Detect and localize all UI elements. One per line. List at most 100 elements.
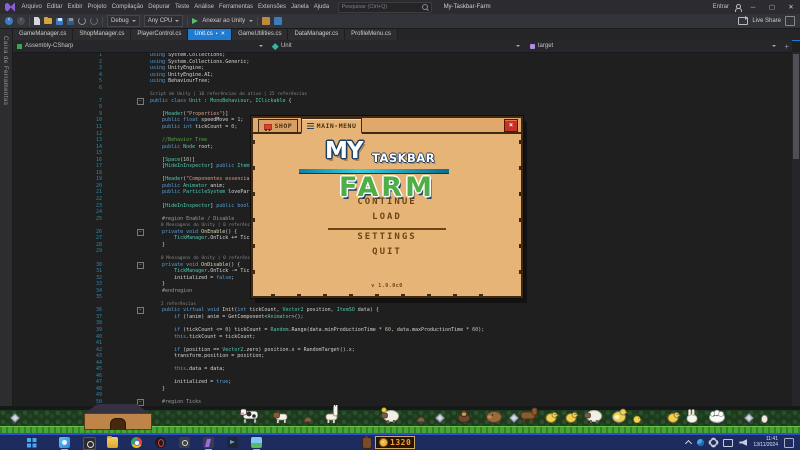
- save-all-icon[interactable]: [67, 18, 74, 25]
- window-title: My-Taskbar-Farm: [444, 4, 491, 10]
- configuration-dropdown[interactable]: Debug: [107, 15, 140, 27]
- game-menu-load[interactable]: LOAD: [253, 212, 521, 227]
- split-editor-icon[interactable]: +: [781, 42, 792, 51]
- tray-chevron-up-icon[interactable]: [685, 440, 692, 447]
- save-icon[interactable]: [56, 18, 63, 25]
- sheepegg-sprite[interactable]: [381, 407, 399, 428]
- taskbar-icon-vs[interactable]: [203, 436, 214, 449]
- game-close-button[interactable]: ×: [504, 119, 518, 132]
- account-icon[interactable]: [734, 4, 741, 11]
- class-dropdown[interactable]: Unit: [268, 43, 524, 49]
- close-button[interactable]: ✕: [784, 3, 798, 11]
- project-dropdown[interactable]: Assembly-CSharp: [12, 43, 268, 49]
- editor-tab-gameutilities.cs[interactable]: GameUtilities.cs: [232, 28, 288, 40]
- open-folder-icon[interactable]: [44, 18, 52, 24]
- live-share-button[interactable]: Live Share: [752, 18, 781, 24]
- menu-exibir[interactable]: Exibir: [65, 4, 85, 10]
- sign-in-button[interactable]: Entrar: [713, 4, 729, 10]
- feedback-icon[interactable]: [785, 16, 795, 26]
- menu-arquivo[interactable]: Arquivo: [19, 4, 44, 10]
- menu-ferramentas[interactable]: Ferramentas: [216, 4, 255, 10]
- coin-widget[interactable]: 1320: [362, 436, 415, 449]
- play-icon[interactable]: [192, 18, 198, 24]
- chicken-sprite[interactable]: [565, 410, 579, 428]
- chevron-down-icon[interactable]: [249, 20, 253, 22]
- game-menu-continue[interactable]: CONTINUE: [253, 197, 521, 212]
- chicken-sprite[interactable]: [545, 410, 559, 428]
- close-tab-icon[interactable]: ✕: [221, 31, 226, 37]
- menu-editar[interactable]: Editar: [44, 4, 65, 10]
- dog-sprite[interactable]: [273, 410, 289, 428]
- editor-tab-datamanager.cs[interactable]: DataManager.cs: [288, 28, 345, 40]
- taskbar-icon-chrome[interactable]: [131, 436, 142, 449]
- properties-icon[interactable]: [274, 17, 282, 25]
- menu-depurar[interactable]: Depurar: [146, 4, 173, 10]
- menu-extensões[interactable]: Extensões: [255, 4, 288, 10]
- navigate-back-icon[interactable]: ‹: [5, 17, 13, 25]
- menu-análise[interactable]: Análise: [192, 4, 217, 10]
- taskbar-icon-taskview[interactable]: [83, 436, 94, 449]
- toolbox-side-tab[interactable]: Caixa de Ferramentas: [0, 28, 13, 407]
- chicken-sprite[interactable]: [667, 410, 681, 428]
- taskbar-clock[interactable]: 11:41 13/11/2024: [753, 437, 778, 448]
- editor-tab-profilemenu.cs[interactable]: ProfileMenu.cs: [345, 28, 398, 40]
- rock-sprite[interactable]: [303, 410, 313, 428]
- member-dropdown[interactable]: target: [525, 43, 781, 49]
- undo-icon[interactable]: [78, 17, 86, 25]
- editor-scrollbar[interactable]: [792, 52, 800, 406]
- rabbit-sprite[interactable]: [686, 409, 698, 428]
- search-input[interactable]: Pesquisar (Ctrl+Q): [338, 2, 432, 13]
- menu-teste[interactable]: Teste: [172, 4, 191, 10]
- menu-compilação[interactable]: Compilação: [109, 4, 146, 10]
- duck-sprite[interactable]: [611, 408, 628, 428]
- gem-sprite[interactable]: [509, 410, 519, 428]
- share-icon[interactable]: [738, 17, 748, 25]
- gem-sprite[interactable]: [10, 410, 20, 428]
- tray-gear-icon[interactable]: [710, 439, 717, 446]
- fluffy-sprite[interactable]: [709, 409, 725, 428]
- navigate-forward-icon[interactable]: ›: [17, 17, 25, 25]
- menu-janela[interactable]: Janela: [289, 4, 312, 10]
- llama-sprite[interactable]: [324, 405, 338, 428]
- menu-ajuda[interactable]: Ajuda: [311, 4, 331, 10]
- tray-volume-icon[interactable]: [739, 439, 747, 446]
- taskbar-icon-explorer[interactable]: [107, 436, 118, 449]
- game-tab-shop[interactable]: SHOP: [258, 119, 298, 132]
- redo-icon[interactable]: [90, 17, 98, 25]
- farm-house[interactable]: [76, 404, 158, 430]
- sheep-sprite[interactable]: [584, 409, 602, 428]
- monkey-sprite[interactable]: [457, 409, 471, 428]
- editor-tab-gamemanager.cs[interactable]: GameManager.cs: [13, 28, 73, 40]
- tray-display-icon[interactable]: [723, 439, 733, 447]
- attach-to-unity-button[interactable]: Anexar ao Unity: [202, 18, 245, 24]
- pig-sprite[interactable]: [486, 410, 502, 428]
- taskbar-icon-opera[interactable]: [155, 436, 166, 449]
- editor-tab-unit.cs[interactable]: Unit.cs•✕: [188, 28, 232, 40]
- game-menu-quit[interactable]: QUIT: [253, 247, 521, 262]
- gem-sprite[interactable]: [744, 410, 754, 428]
- game-menu-settings[interactable]: SETTINGS: [253, 232, 521, 247]
- chick-sprite[interactable]: [633, 410, 642, 428]
- new-file-icon[interactable]: [34, 17, 40, 25]
- editor-tab-playercontrol.cs[interactable]: PlayerControl.cs: [131, 28, 188, 40]
- taskbar-icon-gallery[interactable]: [251, 436, 262, 449]
- brownhorse-sprite[interactable]: [519, 407, 539, 428]
- game-tab-main-menu[interactable]: MAIN-MENU: [301, 118, 362, 134]
- scrollbar-thumb[interactable]: [793, 54, 799, 159]
- menu-projeto[interactable]: Projeto: [85, 4, 109, 10]
- rock-sprite[interactable]: [416, 410, 426, 428]
- solution-explorer-icon[interactable]: [262, 17, 270, 25]
- maximize-button[interactable]: ▢: [765, 3, 779, 11]
- tray-keyboard-icon[interactable]: [784, 438, 794, 448]
- cow-sprite[interactable]: [240, 407, 262, 428]
- tray-app-icon[interactable]: [697, 439, 704, 446]
- taskbar-icon-photos[interactable]: [59, 436, 70, 449]
- gem-sprite[interactable]: [435, 410, 445, 428]
- minimize-button[interactable]: ─: [746, 4, 760, 11]
- egg-sprite[interactable]: [761, 410, 768, 428]
- platform-dropdown[interactable]: Any CPU: [144, 15, 184, 27]
- taskbar-icon-settings[interactable]: [179, 436, 190, 449]
- editor-tab-shopmanager.cs[interactable]: ShopManager.cs: [73, 28, 131, 40]
- taskbar-icon-darkapp[interactable]: [227, 436, 238, 449]
- taskbar-icon-start[interactable]: [26, 436, 37, 449]
